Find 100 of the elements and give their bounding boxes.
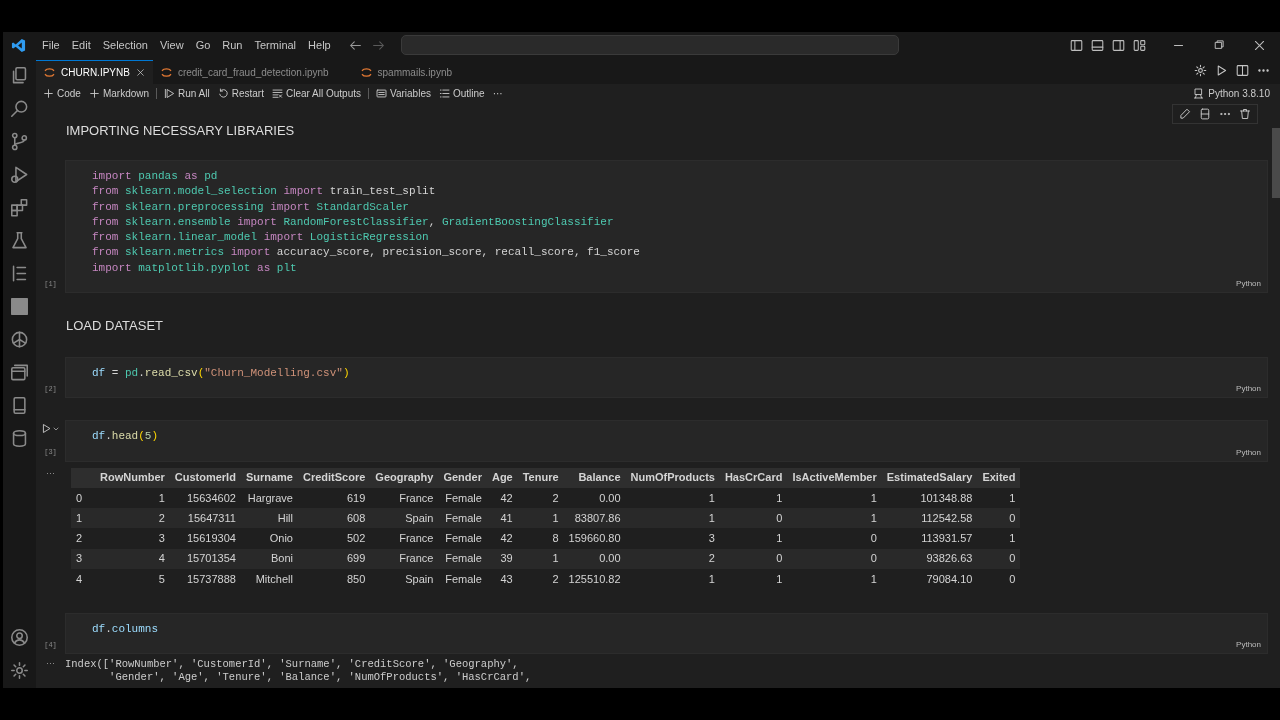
table-cell: 1 <box>95 487 170 508</box>
source-control-icon[interactable] <box>10 132 29 151</box>
toolbar-button[interactable]: Run All <box>160 85 214 101</box>
table-cell: 1 <box>787 507 882 529</box>
menu-item[interactable]: Selection <box>96 33 154 57</box>
kernel-icon <box>1193 88 1205 99</box>
square-icon[interactable] <box>10 297 29 316</box>
panel-right-icon[interactable] <box>1112 38 1125 52</box>
clear-icon <box>271 87 283 99</box>
table-cell: Female <box>438 528 487 549</box>
toolbar-button[interactable]: Markdown <box>84 85 154 101</box>
table-cell: 0.00 <box>563 548 626 569</box>
scrollbar-thumb[interactable] <box>1272 128 1280 198</box>
row-index: 4 <box>71 568 95 590</box>
table-cell: 39 <box>486 548 518 569</box>
table-cell: 0 <box>977 507 1021 529</box>
menu-item[interactable]: Help <box>302 33 337 57</box>
notebook-icon <box>44 67 55 78</box>
code-cell[interactable]: df.head(5) Python <box>65 420 1268 462</box>
table-cell: 15647311 <box>169 507 241 529</box>
column-header: NumOfProducts <box>625 467 720 488</box>
language-label[interactable]: Python <box>1236 383 1261 396</box>
tablet-icon[interactable] <box>10 396 29 415</box>
toolbar-button[interactable]: Restart <box>213 85 268 101</box>
variables-icon <box>376 87 387 99</box>
output-text: Index(['RowNumber', 'CustomerId', 'Surname', 'CreditScore', 'Geography', <box>65 658 520 672</box>
account-icon[interactable] <box>10 628 29 647</box>
column-header: RowNumber <box>95 467 170 488</box>
trash-icon[interactable] <box>1239 108 1251 120</box>
tab[interactable]: CHURN.IPYNB <box>36 60 153 84</box>
kernel-picker[interactable]: Python 3.8.10 <box>1193 86 1270 101</box>
language-label[interactable]: Python <box>1236 639 1261 652</box>
table-cell: 43 <box>486 568 518 590</box>
split-editor-icon[interactable] <box>1236 64 1249 77</box>
column-header: HasCrCard <box>719 467 788 488</box>
table-cell: 1 <box>787 487 882 508</box>
code-line: from sklearn.metrics import accuracy_score, precision_score, recall_score, f1_score <box>92 245 641 261</box>
output-more-icon[interactable]: ··· <box>46 658 55 685</box>
table-cell: 8 <box>517 528 564 549</box>
column-header: Surname <box>240 467 298 488</box>
forward-arrow-icon[interactable] <box>371 38 385 52</box>
table-cell: 125510.82 <box>563 568 626 590</box>
table-cell: 0 <box>977 548 1021 569</box>
vscode-logo <box>11 37 26 53</box>
toolbar-button[interactable]: Clear All Outputs <box>267 85 365 101</box>
menu-item[interactable]: View <box>153 33 190 57</box>
close-icon[interactable] <box>135 68 145 77</box>
table-cell: 1 <box>625 487 720 508</box>
table-cell: 0 <box>787 548 882 569</box>
table-cell: 1 <box>517 548 564 569</box>
table-cell: 15634602 <box>169 487 241 508</box>
table-cell: 0 <box>719 507 788 529</box>
code-line: df.head(5) <box>92 429 160 445</box>
table-cell: Hill <box>240 507 298 529</box>
run-cell-button[interactable] <box>41 423 60 435</box>
language-label[interactable]: Python <box>1236 446 1261 459</box>
toolbar-button[interactable]: Outline <box>434 85 489 101</box>
table-cell: 1 <box>517 507 564 529</box>
language-label[interactable]: Python <box>1236 278 1261 291</box>
table-cell: Boni <box>240 548 298 569</box>
table-cell: 699 <box>298 548 371 569</box>
menu-item[interactable]: Terminal <box>248 33 303 57</box>
run-debug-icon[interactable] <box>10 165 29 184</box>
toolbar-button[interactable]: ··· <box>488 85 507 101</box>
window-stack-icon[interactable] <box>10 363 29 382</box>
table-cell: Onio <box>240 528 298 549</box>
files-icon[interactable] <box>10 66 29 85</box>
toolbar-button[interactable]: Variables <box>372 85 435 101</box>
run-icon[interactable] <box>1215 64 1228 77</box>
toolbar-button[interactable]: Code <box>39 85 85 101</box>
code-cell[interactable]: df = pd.read_csv("Churn_Modelling.csv") Python <box>65 357 1268 399</box>
table-cell: 113931.57 <box>881 528 978 549</box>
code-cell[interactable]: df.columns Python <box>65 613 1268 655</box>
table-cell: 1 <box>625 568 720 590</box>
menu-item[interactable]: Edit <box>65 33 97 57</box>
command-center-field[interactable] <box>400 35 899 55</box>
back-arrow-icon[interactable] <box>348 38 362 52</box>
output-more-icon[interactable]: ··· <box>46 467 55 590</box>
extensions-icon[interactable] <box>10 198 29 217</box>
layout-icon[interactable] <box>1133 38 1146 52</box>
column-header: IsActiveMember <box>787 467 882 488</box>
column-header: Gender <box>438 467 487 488</box>
database-icon[interactable] <box>10 429 29 448</box>
maximize-icon[interactable] <box>1213 39 1225 51</box>
table-cell: 1 <box>977 528 1021 549</box>
menu-item[interactable]: Go <box>189 33 217 57</box>
menu-item[interactable]: Run <box>216 33 249 57</box>
flask-icon[interactable] <box>10 231 29 250</box>
column-header: CreditScore <box>298 467 371 488</box>
search-icon[interactable] <box>10 99 29 118</box>
list-icon[interactable] <box>10 264 29 283</box>
panel-left-icon[interactable] <box>1070 38 1083 52</box>
code-line: df = pd.read_csv("Churn_Modelling.csv") <box>92 366 351 382</box>
panel-bottom-icon[interactable] <box>1091 38 1104 52</box>
close-icon[interactable] <box>1253 38 1266 52</box>
menu-item[interactable]: File <box>36 33 66 57</box>
row-index: 0 <box>71 487 95 508</box>
table-cell: 2 <box>517 568 564 590</box>
split-cell-icon[interactable] <box>1199 108 1211 120</box>
pencil-icon[interactable] <box>1179 108 1191 120</box>
